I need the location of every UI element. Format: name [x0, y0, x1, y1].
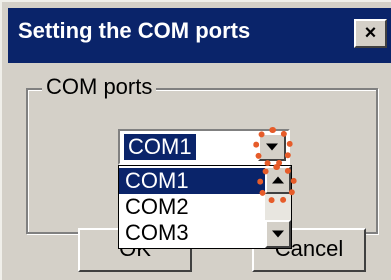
triangle-down-icon — [272, 230, 284, 238]
window-title: Setting the COM ports — [18, 18, 251, 43]
com-ports-dialog: Setting the COM ports × COM ports OK Can… — [0, 0, 391, 280]
combo-selected-value: COM1 — [124, 134, 196, 160]
groupbox-label: COM ports — [42, 74, 157, 100]
combo-arrow-highlight-circle — [253, 127, 293, 167]
scroll-down-button[interactable] — [265, 220, 291, 248]
close-button[interactable]: × — [354, 19, 387, 48]
dropdown-option-com2[interactable]: COM2 — [119, 194, 265, 220]
dropdown-option-com3[interactable]: COM3 — [119, 220, 265, 246]
dropdown-option-com1[interactable]: COM1 — [119, 168, 265, 194]
title-bar[interactable]: Setting the COM ports × — [8, 8, 391, 63]
scroll-up-highlight-circle — [257, 164, 297, 204]
